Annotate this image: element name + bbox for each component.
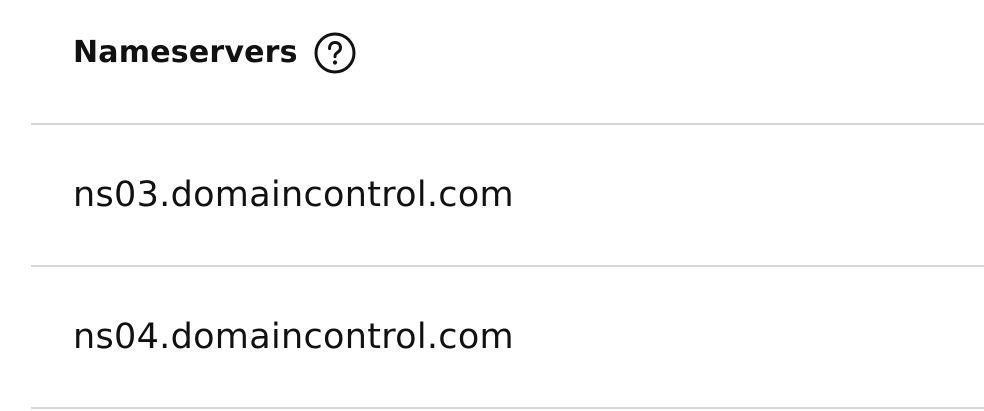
help-circle-icon: [314, 32, 356, 74]
nameserver-hostname: ns03.domaincontrol.com: [73, 175, 514, 215]
nameserver-hostname: ns04.domaincontrol.com: [73, 317, 514, 357]
nameserver-row: ns03.domaincontrol.com: [31, 125, 984, 265]
nameserver-row: ns04.domaincontrol.com: [31, 267, 984, 407]
nameservers-header: Nameservers: [73, 32, 356, 74]
help-button[interactable]: [314, 32, 356, 74]
section-title: Nameservers: [73, 35, 298, 70]
divider: [31, 407, 984, 409]
nameservers-panel: Nameservers ns03.domaincontrol.com ns04.…: [0, 0, 984, 411]
